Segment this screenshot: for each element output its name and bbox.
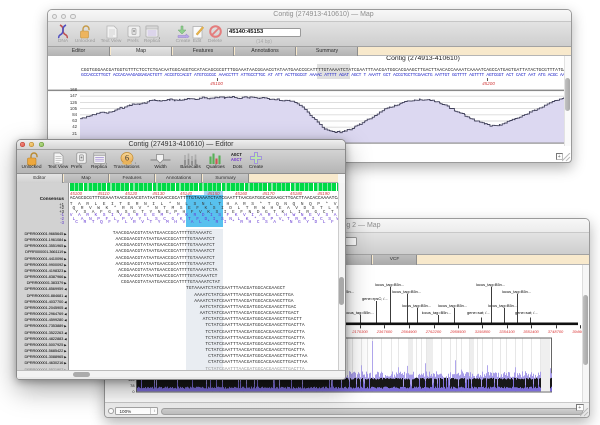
svg-text:6: 6: [125, 153, 129, 162]
